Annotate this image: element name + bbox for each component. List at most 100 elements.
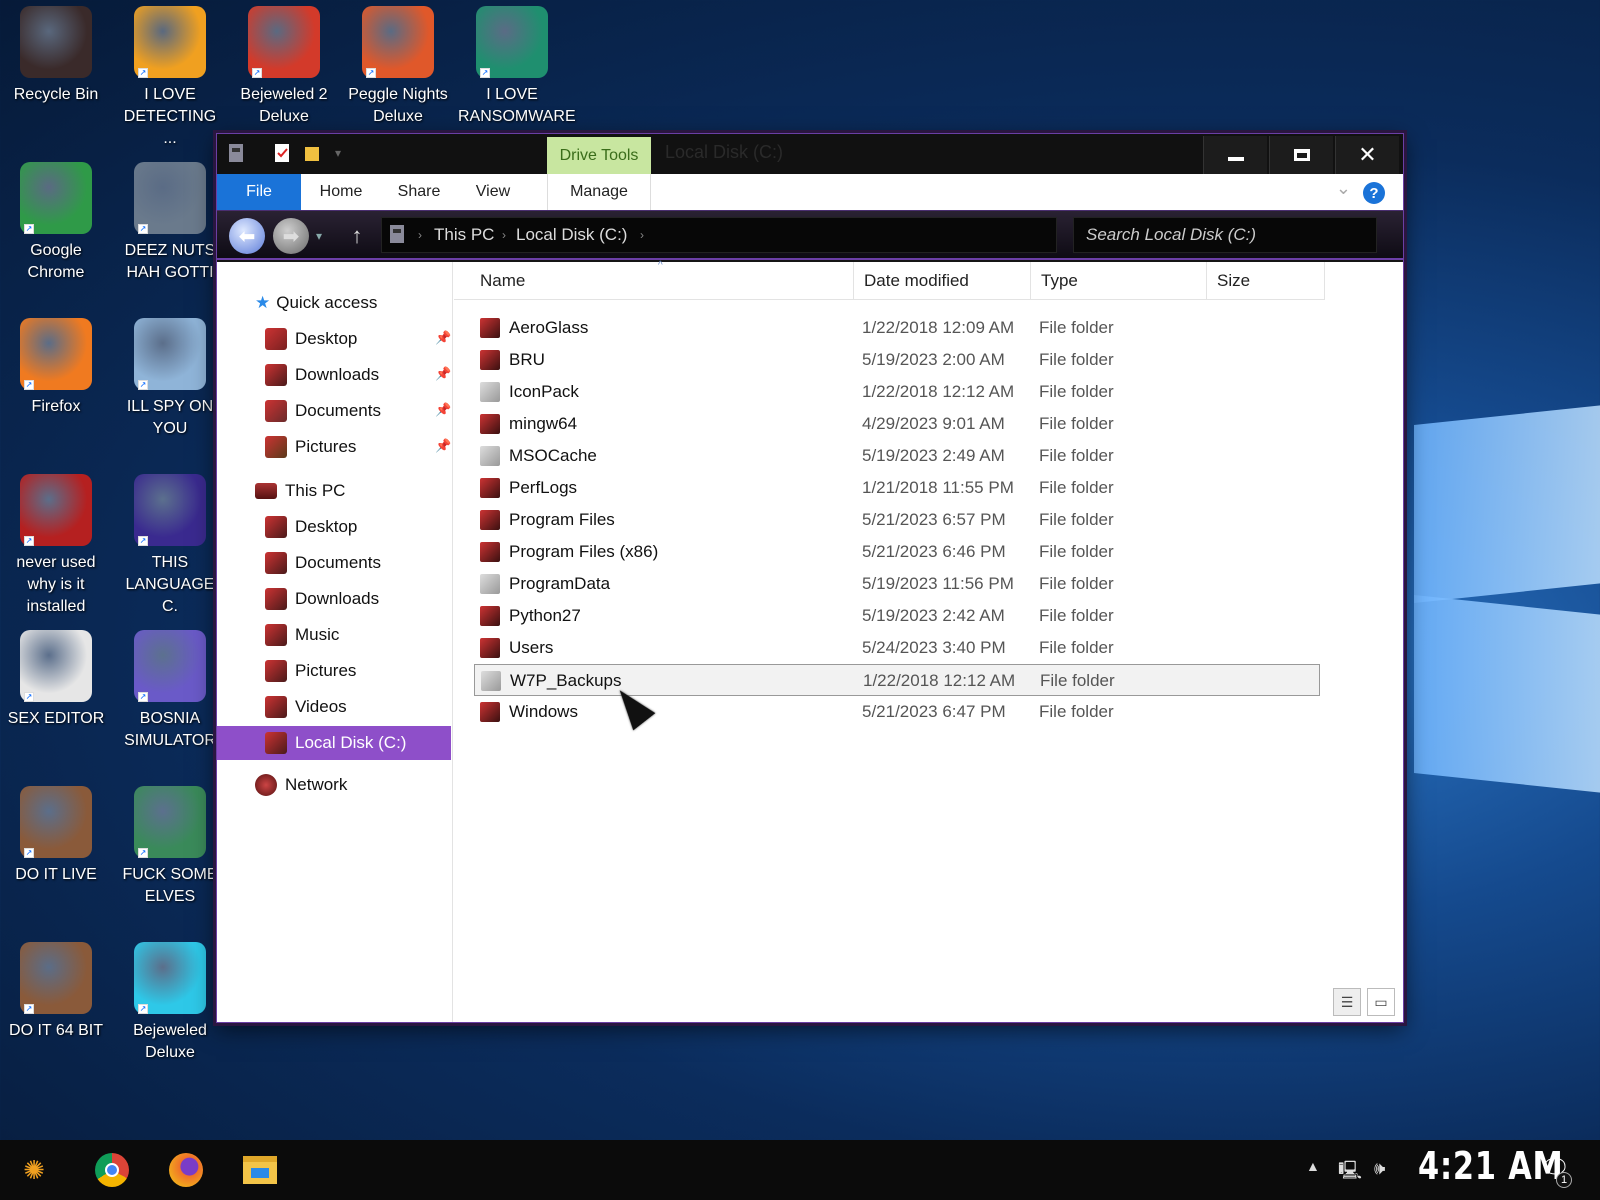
shortcut-arrow-icon: ↗ [138,1004,148,1014]
nav-pc-music[interactable]: Music [265,618,339,652]
file-row[interactable]: mingw64 4/29/2023 9:01 AM File folder [474,408,1320,440]
desktop-icon[interactable]: ↗ Google Chrome [0,156,112,284]
file-row[interactable]: Windows 5/21/2023 6:47 PM File folder [474,696,1320,728]
nav-network[interactable]: Network [255,768,347,802]
nav-pc-videos[interactable]: Videos [265,690,347,724]
taskbar-chrome[interactable] [92,1150,132,1190]
desktop-icon[interactable]: ↗ ILL SPY ON YOU [114,312,226,440]
maximize-button[interactable] [1269,136,1333,174]
file-row[interactable]: AeroGlass 1/22/2018 12:09 AM File folder [474,312,1320,344]
nav-pc-local-disk-c[interactable]: Local Disk (C:) [217,726,451,760]
column-header-type[interactable]: Type [1031,262,1207,300]
file-row[interactable]: ProgramData 5/19/2023 11:56 PM File folder [474,568,1320,600]
help-button[interactable]: ? [1363,182,1385,204]
file-row[interactable]: Program Files (x86) 5/21/2023 6:46 PM File… [474,536,1320,568]
desktop-icon[interactable]: ↗ I LOVE DETECTING ... [114,0,226,150]
desktop-icon[interactable]: ↗ FUCK SOME ELVES [114,780,226,908]
desktop-icon[interactable]: ↗ Peggle Nights Deluxe [342,0,454,128]
close-button[interactable]: ✕ [1335,136,1399,174]
desktop-icon[interactable]: ↗ never used why is it installed [0,468,112,618]
drive-tools-context-tab[interactable]: Drive Tools [547,137,651,174]
desktop-icon[interactable]: ↗ Bejeweled 2 Deluxe [228,0,340,128]
nav-pc-documents[interactable]: Documents [265,546,381,580]
column-header-date[interactable]: Date modified [854,262,1031,300]
file-name: W7P_Backups [510,671,622,690]
column-header-size[interactable]: Size [1207,262,1325,300]
file-row[interactable]: Python27 5/19/2023 2:42 AM File folder [474,600,1320,632]
desktop-icon-label: Peggle Nights Deluxe [348,86,448,125]
desktop-icon-label: DO IT LIVE [15,866,97,883]
expand-ribbon-icon[interactable]: ⌄ [1336,178,1351,199]
arrow-up-icon: ↑ [351,223,363,248]
desktop-icon[interactable]: ↗ Bejeweled Deluxe [114,936,226,1064]
breadcrumb-this-pc[interactable]: This PC [434,225,494,245]
desktop-icon[interactable]: ↗ DO IT 64 BIT [0,936,112,1042]
search-input[interactable]: Search Local Disk (C:) [1073,217,1377,253]
tab-home[interactable]: Home [313,174,369,210]
file-type: File folder [1039,606,1114,625]
desktop-icon[interactable]: ↗ DO IT LIVE [0,780,112,886]
desktop-icon[interactable]: Recycle Bin [0,0,112,106]
up-button[interactable]: ↑ [339,218,375,254]
nav-quick-desktop[interactable]: Desktop [265,322,357,356]
action-center-button[interactable]: 🗨 1 [1540,1154,1572,1188]
nav-quick-pictures[interactable]: Pictures [265,430,356,464]
address-bar[interactable]: › This PC › Local Disk (C:) › [381,217,1057,253]
wallpaper-windows-logo [1400,395,1600,795]
file-row[interactable]: Program Files 5/21/2023 6:57 PM File folde… [474,504,1320,536]
goland-icon: ↗ [134,474,206,546]
file-row[interactable]: MSOCache 5/19/2023 2:49 AM File folder [474,440,1320,472]
downloads-folder-icon [265,364,287,386]
tab-share[interactable]: Share [391,174,447,210]
recent-locations-button[interactable]: ▾ [311,218,327,254]
details-view-button[interactable]: ☰ [1333,988,1361,1016]
file-date: 5/21/2023 6:57 PM [862,510,1006,529]
forward-button[interactable]: ➡ [273,218,309,254]
tab-view[interactable]: View [469,174,517,210]
show-hidden-icons-button[interactable]: ▲ [1306,1158,1320,1174]
tab-file[interactable]: File [217,174,301,210]
documents-folder-icon [265,400,287,422]
nav-pc-downloads[interactable]: Downloads [265,582,379,616]
taskbar-firefox[interactable] [166,1150,206,1190]
back-button[interactable]: ⬅ [229,218,265,254]
chevron-down-icon[interactable]: ▾ [325,140,351,166]
file-row[interactable]: IconPack 1/22/2018 12:12 AM File folder [474,376,1320,408]
start-button[interactable]: ✺ [14,1150,54,1190]
file-row[interactable]: BRU 5/19/2023 2:00 AM File folder [474,344,1320,376]
close-icon: ✕ [1358,142,1377,167]
desktop-icon[interactable]: ↗ THIS LANGUAGE C. [114,468,226,618]
tab-manage[interactable]: Manage [547,174,651,210]
minimize-button[interactable] [1203,136,1267,174]
file-name: Program Files (x86) [509,542,659,561]
nav-pc-pictures[interactable]: Pictures [265,654,356,688]
file-name: IconPack [509,382,579,401]
breadcrumb-local-disk[interactable]: Local Disk (C:) [516,225,627,245]
minimize-icon [1227,157,1244,161]
hxd-icon: ↗ [20,630,92,702]
new-folder-icon[interactable] [299,140,325,166]
pictures-folder-icon [265,436,287,458]
title-bar[interactable]: ▾ Drive Tools Local Disk (C:) ✕ [217,134,1403,174]
file-row[interactable]: W7P_Backups 1/22/2018 12:12 AM File folder [474,664,1320,696]
file-row[interactable]: PerfLogs 1/21/2018 11:55 PM File folder [474,472,1320,504]
file-date: 5/21/2023 6:47 PM [862,702,1006,721]
network-tray-icon[interactable]: 🖳 [1338,1158,1362,1188]
volume-icon[interactable]: 🕪 [1374,1158,1385,1179]
nav-quick-access[interactable]: ★ Quick access [255,286,377,320]
column-header-name[interactable]: Name [454,262,854,300]
desktop-icon[interactable]: ↗ Firefox [0,312,112,418]
nav-quick-documents[interactable]: Documents [265,394,381,428]
properties-icon[interactable] [269,140,295,166]
desktop-icon[interactable]: ↗ DEEZ NUTS HAH GOTTI [114,156,226,284]
file-row[interactable]: Users 5/24/2023 3:40 PM File folder [474,632,1320,664]
folder-icon [480,606,500,626]
desktop-icon[interactable]: ↗ I LOVE RANSOMWARE [456,0,576,128]
taskbar-file-explorer[interactable] [240,1150,280,1190]
desktop-icon[interactable]: ↗ BOSNIA SIMULATOR [114,624,226,752]
nav-pc-desktop[interactable]: Desktop [265,510,357,544]
desktop-icon[interactable]: ↗ SEX EDITOR [0,624,112,730]
nav-this-pc[interactable]: This PC [255,474,345,508]
large-icons-view-button[interactable]: ▭ [1367,988,1395,1016]
nav-quick-downloads[interactable]: Downloads [265,358,379,392]
